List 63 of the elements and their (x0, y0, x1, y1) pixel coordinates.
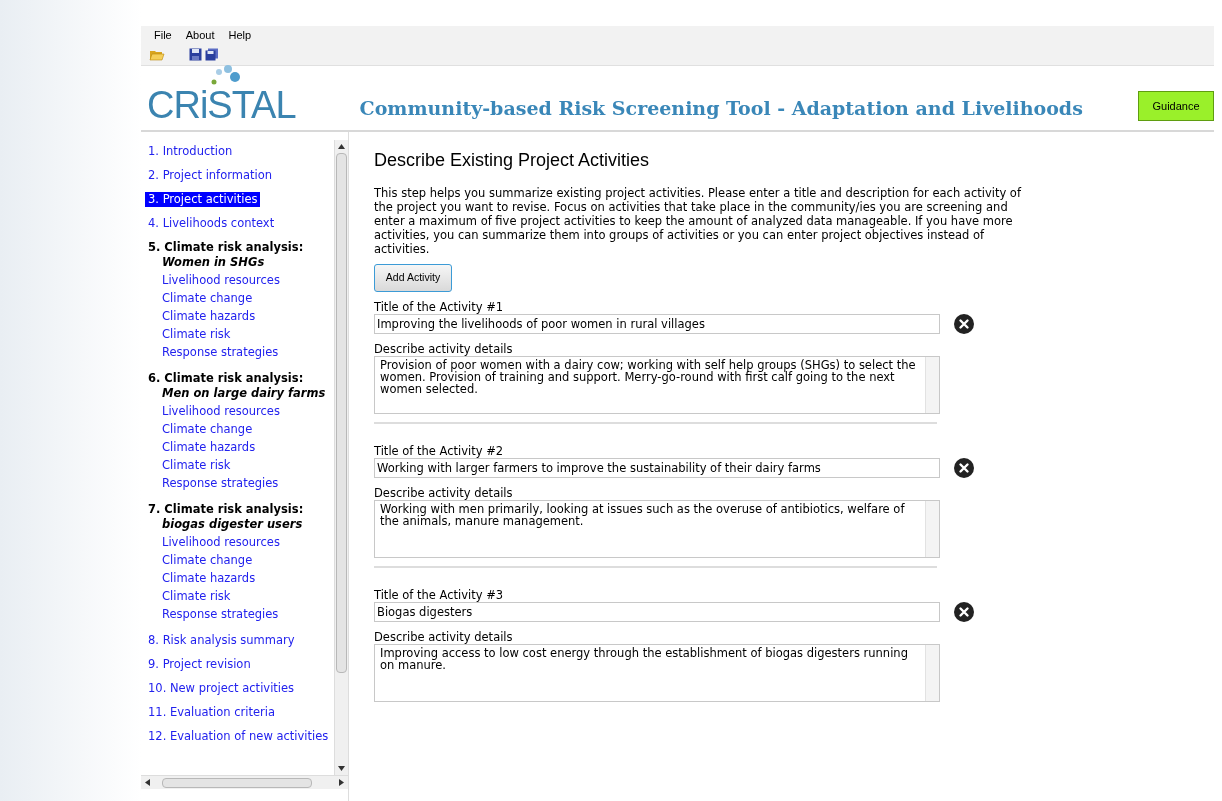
nav-link[interactable]: Climate hazards (162, 309, 256, 323)
logo-text: CRiSTAL (147, 86, 296, 124)
field-label: Describe activity details (374, 486, 514, 500)
nav-link[interactable]: Climate risk (162, 589, 231, 603)
nav-link[interactable]: Climate change (162, 553, 253, 567)
title-input[interactable]: Working with larger farmers to improve the sustainability of their dairy farms (374, 458, 940, 478)
scroll-up-arrow-icon[interactable] (338, 144, 345, 149)
nav-link[interactable]: 1. Introduction (145, 144, 236, 159)
section-heading: 7. Climate risk analysis: (147, 502, 305, 517)
details-field[interactable]: Improving access to low cost energy through the establishment of biogas digesters running on manure. (374, 644, 940, 702)
add-activity-button[interactable]: Add Activity (374, 264, 452, 292)
app-title: Community-based Risk Screening Tool - Adaptation and Livelihoods (359, 95, 1083, 121)
title-input[interactable]: Improving the livelihoods of poor women in rural villages (374, 314, 940, 334)
nav-link[interactable]: 11. Evaluation criteria (145, 705, 279, 720)
field-label: Describe activity details (374, 342, 514, 356)
close-icon[interactable] (954, 602, 974, 622)
scroll-down-arrow-icon[interactable] (338, 766, 345, 771)
section-heading: 6. Climate risk analysis: (147, 371, 305, 386)
scroll-left-arrow-icon[interactable] (145, 779, 150, 786)
nav-link[interactable]: Climate hazards (162, 440, 256, 454)
menu-item[interactable]: File (154, 26, 172, 44)
details-field[interactable]: Working with men primarily, looking at issues such as the overuse of antibiotics, welfare of the animals, manure management. (374, 500, 940, 558)
nav-link[interactable]: Response strategies (162, 607, 279, 621)
title-input[interactable]: Biogas digesters (374, 602, 940, 622)
close-icon[interactable] (954, 458, 974, 478)
nav-link[interactable]: 8. Risk analysis summary (145, 633, 298, 648)
intro-paragraph: This step helps you summarize existing project activities. Please enter a title and description for each activity of the project you want to revise. Focus on activities that take place in the community/ies you are screening and enter a maximum of five project activities to keep the amount of analyzed data manageable. If you have more activities, you can summarize them into groups of activities or you can enter project objectives instead of activities. (374, 186, 1023, 256)
menu-item[interactable]: About (185, 26, 215, 44)
logo-dots-icon (211, 65, 241, 87)
nav-link[interactable]: Climate change (162, 291, 253, 305)
guidance-button[interactable]: Guidance (1138, 91, 1214, 121)
section-subtitle: biogas digester users (161, 517, 304, 532)
section-subtitle: Men on large dairy farms (161, 386, 327, 401)
nav-link[interactable]: Climate risk (162, 458, 231, 472)
nav-link[interactable]: Livelihood resources (162, 404, 280, 418)
close-icon[interactable] (954, 314, 974, 334)
nav-link[interactable]: Response strategies (162, 345, 279, 359)
field-label: Describe activity details (374, 630, 514, 644)
nav-link[interactable]: 4. Livelihoods context (145, 216, 278, 231)
nav-link[interactable]: Climate risk (162, 327, 231, 341)
nav-link[interactable]: 12. Evaluation of new activities (145, 729, 332, 744)
vertical-scrollbar[interactable] (334, 140, 348, 775)
scroll-right-arrow-icon[interactable] (339, 779, 344, 786)
nav-link[interactable]: Response strategies (162, 476, 279, 490)
field-label: Title of the Activity #3 (374, 588, 505, 602)
save-all-icon[interactable] (205, 48, 219, 61)
field-label: Title of the Activity #2 (374, 444, 505, 458)
nav-link[interactable]: 2. Project information (145, 168, 275, 183)
nav-link[interactable]: 3. Project activities (145, 192, 261, 207)
nav-link[interactable]: Climate hazards (162, 571, 256, 585)
section-heading: 5. Climate risk analysis: (147, 240, 305, 255)
horizontal-scrollbar[interactable] (141, 775, 348, 789)
section-subtitle: Women in SHGs (161, 255, 266, 270)
nav-link[interactable]: 9. Project revision (145, 657, 254, 672)
save-icon[interactable] (189, 48, 202, 61)
nav-link[interactable]: Climate change (162, 422, 253, 436)
nav-link[interactable]: 10. New project activities (145, 681, 298, 696)
menu-item[interactable]: Help (228, 26, 252, 44)
nav-link[interactable]: Livelihood resources (162, 535, 280, 549)
nav-link[interactable]: Livelihood resources (162, 273, 280, 287)
field-label: Title of the Activity #1 (374, 300, 505, 314)
details-field[interactable]: Provision of poor women with a dairy cow; working with self help groups (SHGs) to select the women. Provision of training and support. Merry-go-round with first calf going to the next women selected. (374, 356, 940, 414)
page-heading: Describe Existing Project Activities (374, 149, 651, 172)
